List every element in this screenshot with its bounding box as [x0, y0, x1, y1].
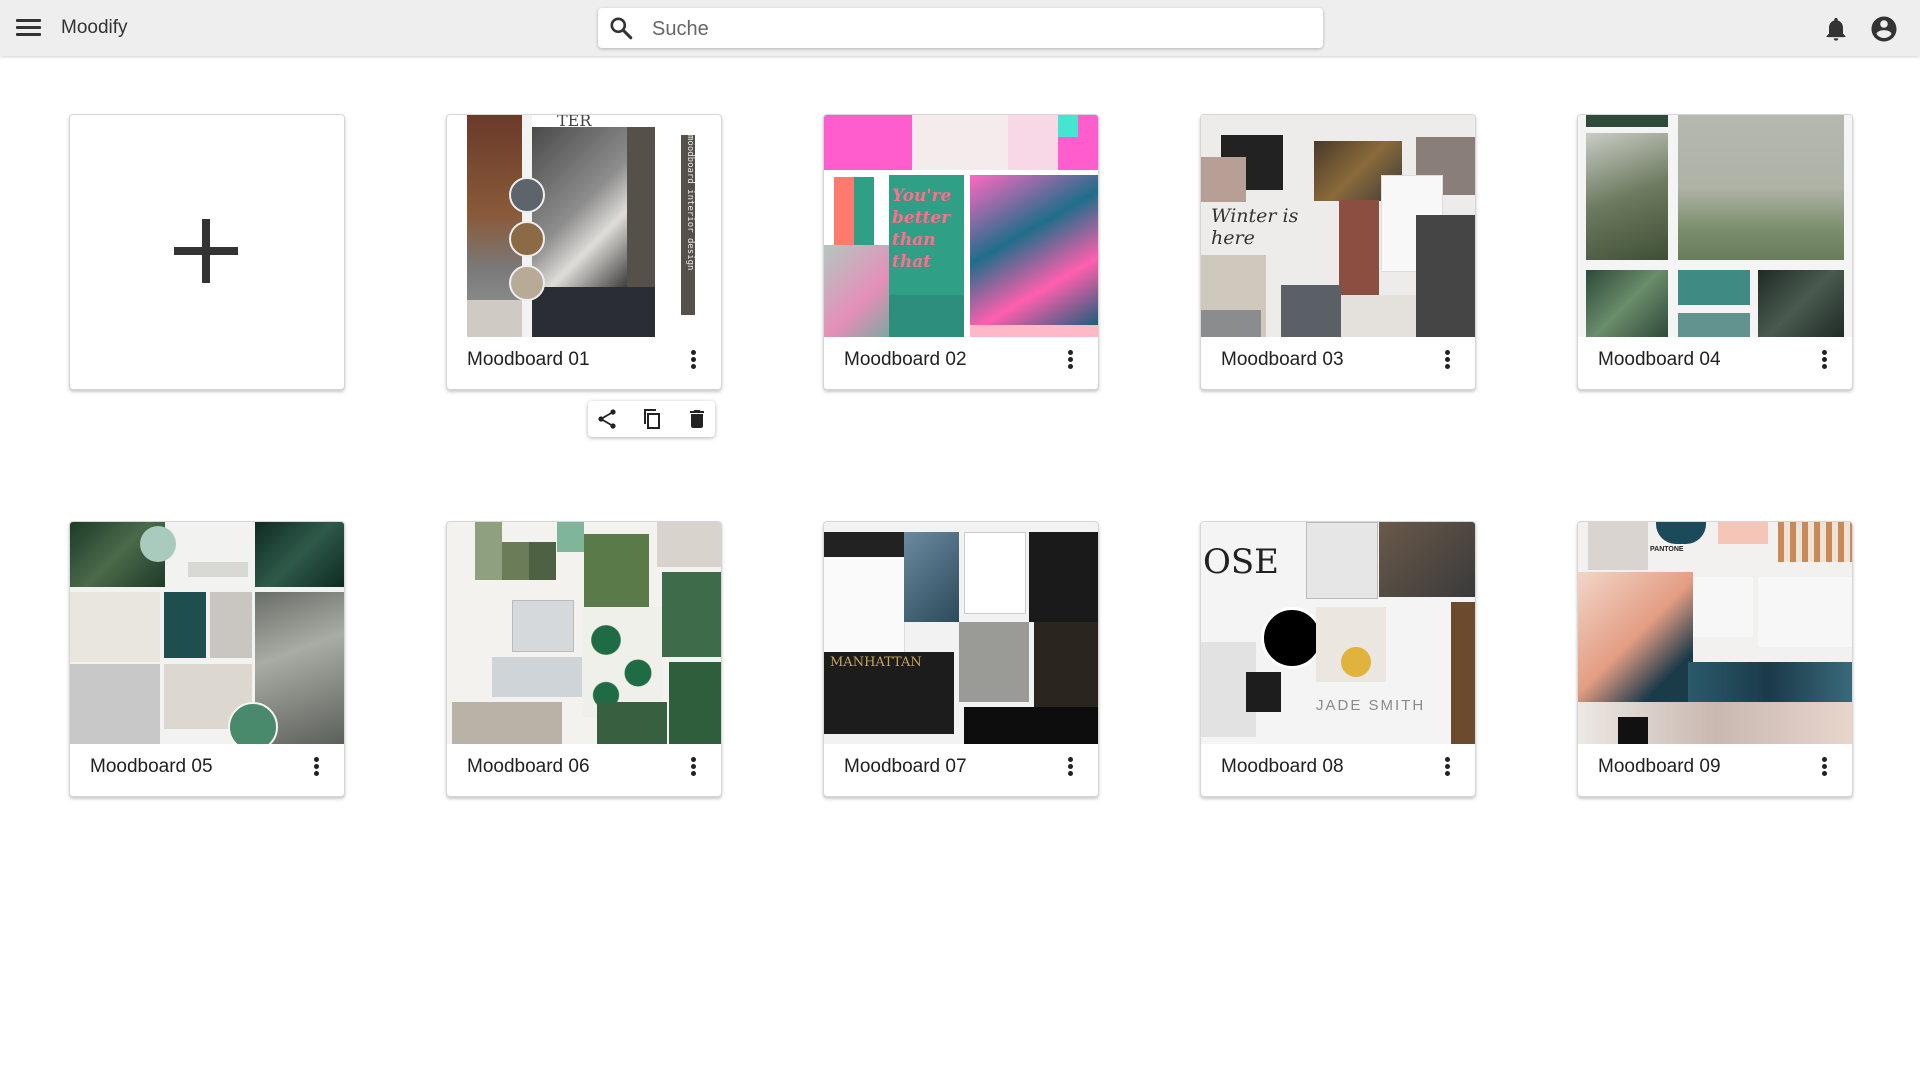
moodboard-thumbnail: You're better than that: [824, 115, 1098, 337]
card-action-popup: [588, 401, 715, 437]
plus-icon: [174, 219, 238, 283]
moodboard-card[interactable]: Moodboard 06: [446, 521, 722, 797]
moodboard-card[interactable]: You're better than that Moodboard 02: [823, 114, 1099, 390]
notifications-bell-icon[interactable]: [1822, 15, 1850, 43]
thumbnail-caption: You're better than that: [892, 186, 952, 272]
more-vert-icon[interactable]: [1441, 755, 1453, 781]
moodboard-thumbnail: Winter is here: [1201, 115, 1475, 337]
moodboard-thumbnail: [70, 522, 344, 744]
thumbnail-caption: Winter is here: [1211, 205, 1299, 249]
share-icon[interactable]: [595, 407, 619, 431]
app-title: Moodify: [61, 17, 128, 38]
more-vert-icon[interactable]: [1064, 755, 1076, 781]
moodboard-thumbnail: PANTONE: [1578, 522, 1852, 744]
moodboard-thumbnail: MANHATTAN: [824, 522, 1098, 744]
app-bar: Moodify: [0, 0, 1920, 56]
moodboard-title: Moodboard 08: [1221, 756, 1344, 777]
moodboard-title: Moodboard 01: [467, 349, 590, 370]
more-vert-icon[interactable]: [1064, 348, 1076, 374]
more-vert-icon[interactable]: [687, 755, 699, 781]
moodboard-card[interactable]: PANTONE Moodboard 09: [1577, 521, 1853, 797]
more-vert-icon[interactable]: [687, 348, 699, 374]
thumbnail-caption: PANTONE: [1650, 546, 1684, 553]
moodboard-card[interactable]: TER moodboard interior design Moodboard …: [446, 114, 722, 390]
moodboard-card[interactable]: Moodboard 05: [69, 521, 345, 797]
moodboard-thumbnail: [447, 522, 721, 744]
new-moodboard-card[interactable]: [69, 114, 345, 390]
moodboard-card[interactable]: OSE JADE SMITH Moodboard 08: [1200, 521, 1476, 797]
search-input[interactable]: [650, 8, 1294, 50]
search-bar[interactable]: [598, 8, 1323, 50]
account-circle-icon[interactable]: [1869, 14, 1899, 44]
moodboard-card[interactable]: Winter is here Moodboard 03: [1200, 114, 1476, 390]
moodboard-title: Moodboard 05: [90, 756, 213, 777]
moodboard-title: Moodboard 06: [467, 756, 590, 777]
thumbnail-caption: MANHATTAN: [830, 655, 922, 670]
more-vert-icon[interactable]: [1441, 348, 1453, 374]
moodboard-thumbnail: OSE JADE SMITH: [1201, 522, 1475, 744]
moodboard-title: Moodboard 03: [1221, 349, 1344, 370]
moodboard-card[interactable]: MANHATTAN Moodboard 07: [823, 521, 1099, 797]
thumbnail-caption: moodboard interior design: [681, 135, 695, 315]
moodboard-title: Moodboard 02: [844, 349, 967, 370]
moodboard-thumbnail: TER moodboard interior design: [447, 115, 721, 337]
moodboard-card[interactable]: Moodboard 04: [1577, 114, 1853, 390]
moodboard-title: Moodboard 07: [844, 756, 967, 777]
moodboard-title: Moodboard 09: [1598, 756, 1721, 777]
more-vert-icon[interactable]: [310, 755, 322, 781]
copy-icon[interactable]: [640, 407, 664, 431]
search-icon[interactable]: [608, 15, 634, 41]
thumbnail-caption: JADE SMITH: [1316, 697, 1426, 714]
more-vert-icon[interactable]: [1818, 755, 1830, 781]
moodboard-thumbnail: [1578, 115, 1852, 337]
more-vert-icon[interactable]: [1818, 348, 1830, 374]
delete-icon[interactable]: [685, 407, 709, 431]
hamburger-menu-icon[interactable]: [14, 16, 42, 40]
moodboard-title: Moodboard 04: [1598, 349, 1721, 370]
